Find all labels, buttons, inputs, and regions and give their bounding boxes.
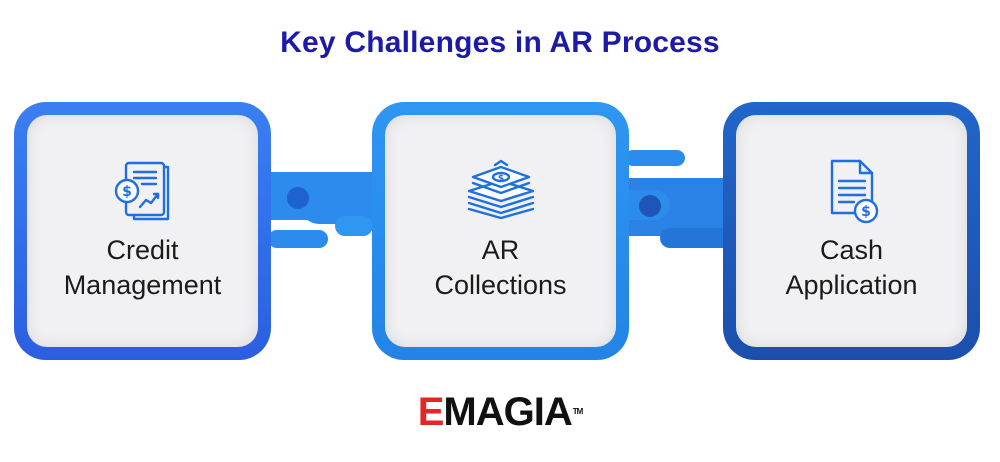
connector-dot [639,195,661,217]
logo-letter-e: E [417,390,445,434]
card-panel: $ Cash Application [736,115,967,347]
card-label-line1: Credit [106,235,179,265]
card-cash-application: $ Cash Application [723,102,980,360]
credit-report-icon: $ [112,157,174,228]
emagia-logo: EMAGIATM [0,392,1000,432]
card-credit-management: $ Credit Management [14,102,271,360]
card-label-line2: Management [63,270,222,300]
card-label: Credit Management [27,233,258,303]
card-label-line2: Collections [434,270,567,300]
card-label-line1: AR [481,235,520,265]
svg-text:$: $ [861,204,871,220]
money-stack-icon: $ [465,157,537,224]
logo-wordmark: MAGIA [443,390,572,434]
card-label-line1: Cash [819,235,884,265]
card-label: AR Collections [385,233,616,303]
logo-trademark: TM [572,407,584,416]
card-label-line2: Application [785,270,918,300]
card-ar-collections: $ AR Collections [372,102,629,360]
connector-dot [287,187,309,209]
invoice-dollar-icon: $ [822,157,882,230]
svg-text:$: $ [497,174,503,184]
svg-text:$: $ [122,184,132,200]
card-label: Cash Application [736,233,967,303]
card-panel: $ AR Collections [385,115,616,347]
card-panel: $ Credit Management [27,115,258,347]
